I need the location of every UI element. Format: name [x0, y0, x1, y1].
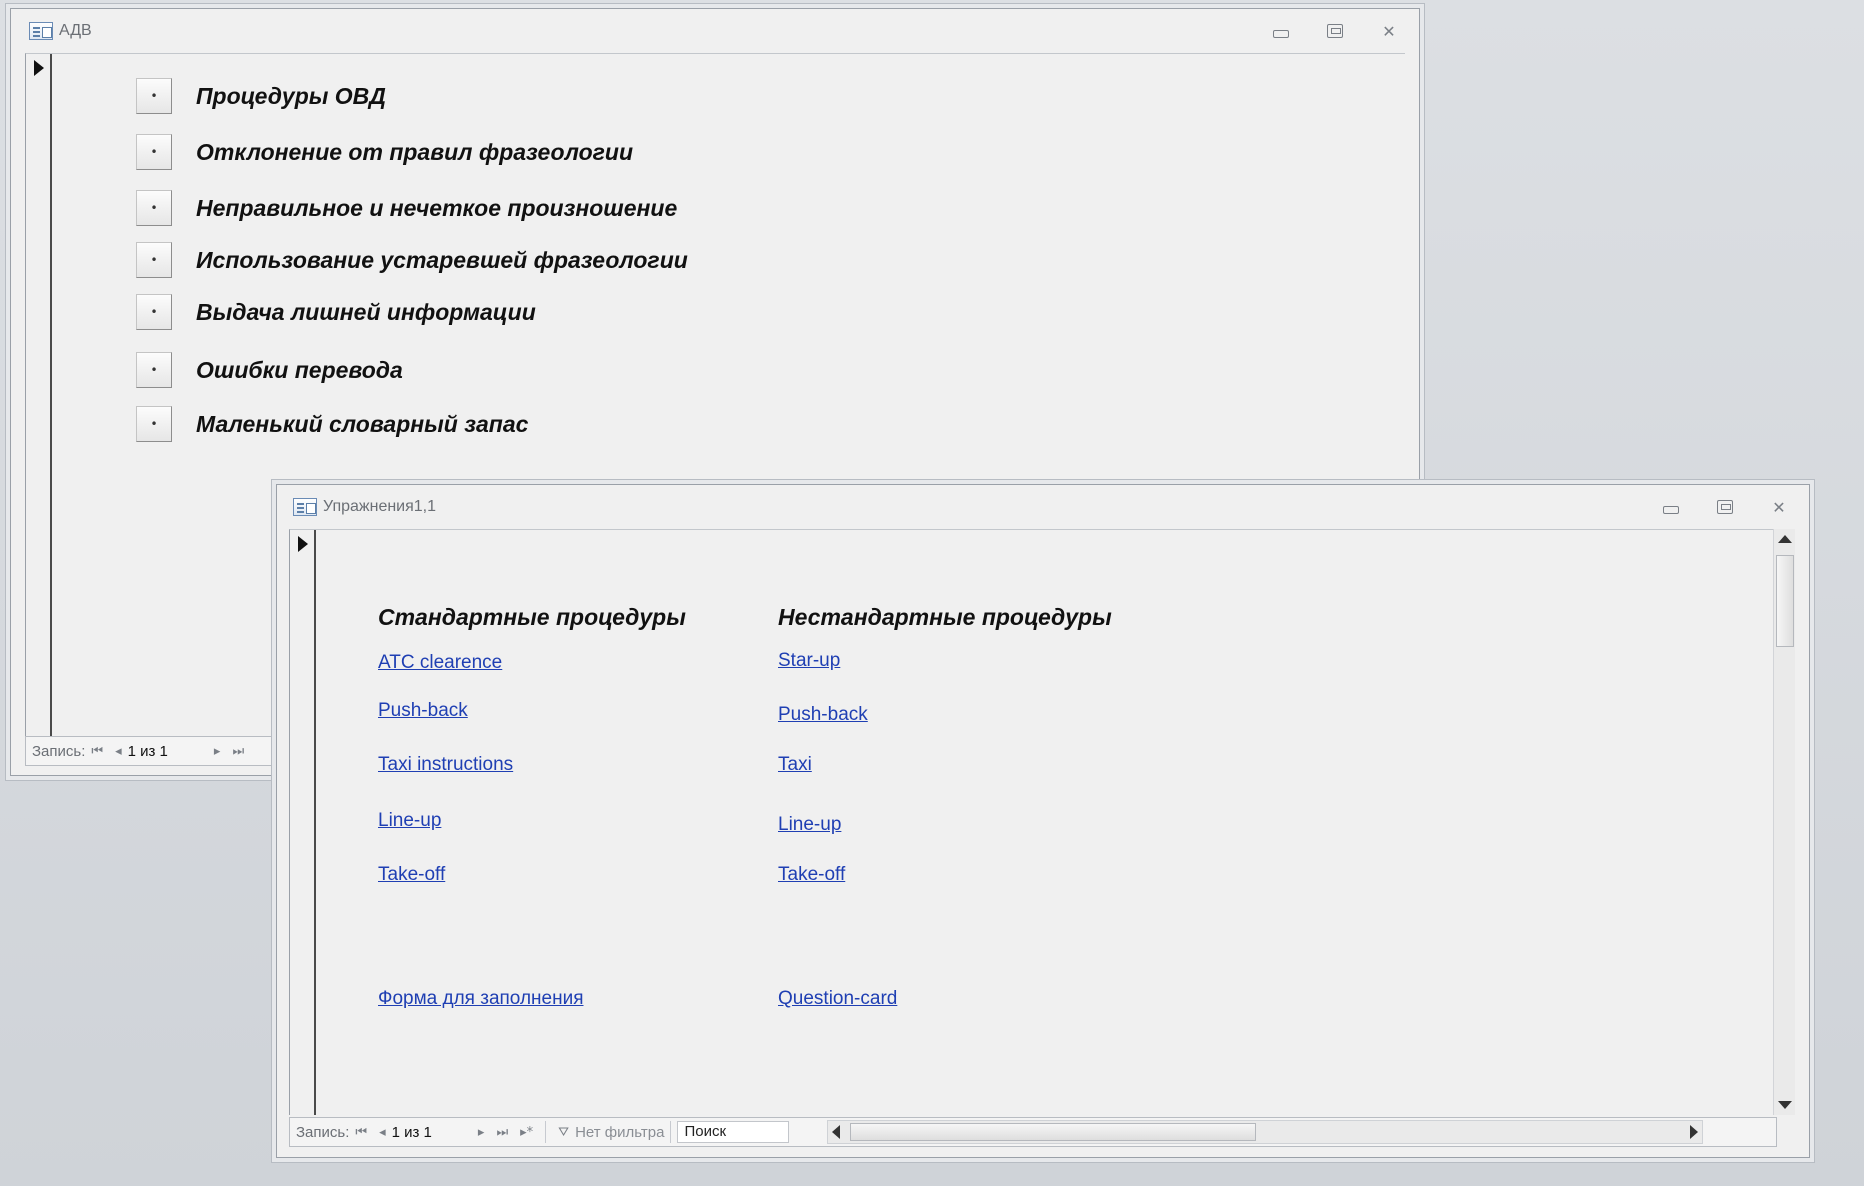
link-taxi[interactable]: Taxi	[778, 754, 812, 776]
menu-label: Неправильное и нечеткое произношение	[196, 194, 678, 221]
menu-label: Отклонение от правил фразеологии	[196, 138, 634, 165]
link-atc-clearence[interactable]: ATC clearence	[378, 652, 502, 674]
next-record-icon[interactable]: ▸	[208, 744, 227, 759]
menu-item-outdated-phraseology: • Использование устаревшей фразеологии	[136, 242, 688, 278]
minimize-icon[interactable]	[1265, 19, 1297, 43]
menu-button[interactable]: •	[136, 190, 172, 226]
nav-label: Запись:	[296, 1123, 350, 1141]
divider	[545, 1121, 547, 1143]
menu-item-phraseology-deviation: • Отклонение от правил фразеологии	[136, 134, 633, 170]
menu-label: Выдача лишней информации	[196, 298, 536, 325]
menu-item-pronunciation: • Неправильное и нечеткое произношение	[136, 190, 677, 226]
divider	[670, 1121, 672, 1143]
menu-item-extra-info: • Выдача лишней информации	[136, 294, 536, 330]
nonstandard-procedures-heading: Нестандартные процедуры	[778, 604, 1112, 630]
close-icon[interactable]: ✕	[1373, 19, 1405, 43]
window-exercises-client: Стандартные процедуры Нестандартные проц…	[289, 529, 1773, 1115]
prev-record-icon[interactable]: ◂	[373, 1125, 392, 1140]
menu-button[interactable]: •	[136, 242, 172, 278]
menu-item-translation-errors: • Ошибки перевода	[136, 352, 403, 388]
window-exercises-title: Упражнения1,1	[323, 498, 437, 515]
menu-button[interactable]: •	[136, 352, 172, 388]
window-exercises-titlebar[interactable]: Упражнения1,1	[277, 485, 1809, 529]
new-record-icon[interactable]: ▸*	[514, 1125, 539, 1140]
menu-label: Маленький словарный запас	[196, 410, 529, 437]
link-push-back-nonstandard[interactable]: Push-back	[778, 704, 868, 726]
nav-label: Запись:	[32, 742, 86, 760]
filter-icon: ⛛	[558, 1124, 570, 1140]
menu-label: Использование устаревшей фразеологии	[196, 246, 688, 273]
close-icon[interactable]: ✕	[1763, 495, 1795, 519]
prev-record-icon[interactable]: ◂	[109, 744, 128, 759]
menu-button[interactable]: •	[136, 406, 172, 442]
menu-button[interactable]: •	[136, 294, 172, 330]
minimize-icon[interactable]	[1655, 495, 1687, 519]
window-adv-title: АДВ	[59, 22, 92, 39]
menu-button[interactable]: •	[136, 78, 172, 114]
scroll-right-icon[interactable]	[1690, 1125, 1699, 1139]
scroll-left-icon[interactable]	[832, 1125, 841, 1139]
menu-item-procedures: • Процедуры ОВД	[136, 78, 386, 114]
filter-status[interactable]: Нет фильтра	[575, 1124, 664, 1141]
scroll-down-icon[interactable]	[1778, 1101, 1792, 1109]
last-record-icon[interactable]: ⏭	[226, 744, 250, 759]
restore-icon[interactable]	[1319, 19, 1351, 43]
record-counter[interactable]: 1 из 1	[128, 743, 168, 760]
restore-icon[interactable]	[1709, 495, 1741, 519]
menu-label: Процедуры ОВД	[196, 82, 386, 109]
search-input[interactable]: Поиск	[677, 1121, 790, 1143]
first-record-icon[interactable]: ⏮	[349, 1125, 373, 1140]
last-record-icon[interactable]: ⏭	[490, 1125, 514, 1140]
horizontal-scroll-thumb[interactable]	[850, 1123, 1257, 1141]
current-record-icon	[298, 536, 308, 552]
form-icon	[29, 22, 53, 40]
link-star-up[interactable]: Star-up	[778, 650, 840, 672]
vertical-scrollbar[interactable]	[1773, 529, 1795, 1115]
record-navigation-bar: Запись: ⏮ ◂ 1 из 1 ▸ ⏭ ▸* ⛛ Нет фильтра …	[289, 1117, 1777, 1147]
menu-label: Ошибки перевода	[196, 356, 403, 383]
form-icon	[293, 498, 317, 516]
standard-procedures-heading: Стандартные процедуры	[378, 604, 686, 630]
link-taxi-instructions[interactable]: Taxi instructions	[378, 754, 513, 776]
link-line-up-nonstandard[interactable]: Line-up	[778, 814, 841, 836]
link-take-off-standard[interactable]: Take-off	[378, 864, 445, 886]
vertical-scroll-thumb[interactable]	[1776, 555, 1794, 647]
window-adv-titlebar[interactable]: АДВ	[11, 9, 1419, 53]
horizontal-scrollbar[interactable]	[827, 1120, 1704, 1144]
window-exercises-controls: ✕	[1655, 495, 1795, 519]
first-record-icon[interactable]: ⏮	[85, 744, 109, 759]
window-adv-controls: ✕	[1265, 19, 1405, 43]
scroll-up-icon[interactable]	[1778, 535, 1792, 543]
menu-button[interactable]: •	[136, 134, 172, 170]
current-record-icon	[34, 60, 44, 76]
link-fill-form[interactable]: Форма для заполнения	[378, 988, 583, 1010]
link-question-card[interactable]: Question-card	[778, 988, 897, 1010]
window-exercises: Упражнения1,1 ✕ Стандартные процедуры Не…	[276, 484, 1810, 1158]
link-take-off-nonstandard[interactable]: Take-off	[778, 864, 845, 886]
record-counter[interactable]: 1 из 1	[392, 1124, 432, 1141]
link-line-up-standard[interactable]: Line-up	[378, 810, 441, 832]
link-push-back-standard[interactable]: Push-back	[378, 700, 468, 722]
record-selector[interactable]	[26, 54, 52, 765]
menu-item-vocabulary: • Маленький словарный запас	[136, 406, 528, 442]
next-record-icon[interactable]: ▸	[472, 1125, 491, 1140]
record-selector[interactable]	[290, 530, 316, 1115]
